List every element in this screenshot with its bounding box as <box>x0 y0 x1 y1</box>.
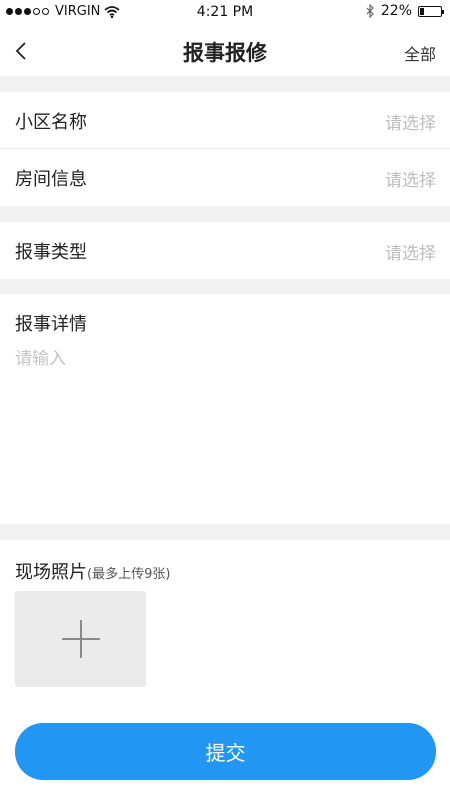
detail-input[interactable] <box>15 344 435 514</box>
status-right: 22% <box>366 3 444 19</box>
bluetooth-icon <box>366 4 374 18</box>
photos-label: 现场照片 <box>15 562 87 583</box>
type-select[interactable]: 请选择 <box>385 239 436 264</box>
all-button[interactable]: 全部 <box>404 41 436 65</box>
community-row[interactable]: 小区名称 请选择 <box>0 92 450 149</box>
battery-percent: 22% <box>380 3 412 19</box>
type-row[interactable]: 报事类型 请选择 <box>0 222 450 279</box>
type-label: 报事类型 <box>15 242 87 263</box>
add-photo-button[interactable] <box>15 591 146 687</box>
page-title: 报事报修 <box>183 41 267 65</box>
battery-icon <box>418 5 444 17</box>
status-bar: VIRGIN 4:21 PM 22% <box>0 0 450 26</box>
type-group: 报事类型 请选择 <box>0 222 450 279</box>
battery-level <box>420 7 424 15</box>
room-select[interactable]: 请选择 <box>385 166 436 191</box>
room-label: 房间信息 <box>15 169 87 190</box>
photos-title: 现场照片(最多上传9张) <box>15 558 170 584</box>
submit-button[interactable]: 提交 <box>15 723 436 780</box>
room-row[interactable]: 房间信息 请选择 <box>0 149 450 206</box>
detail-label: 报事详情 <box>15 314 87 335</box>
community-select[interactable]: 请选择 <box>385 109 436 134</box>
community-label: 小区名称 <box>15 112 87 133</box>
nav-bar: 报事报修 全部 <box>0 26 450 76</box>
detail-group: 报事详情 <box>0 294 450 524</box>
photos-hint: (最多上传9张) <box>87 567 171 582</box>
location-group: 小区名称 请选择 房间信息 请选择 <box>0 92 450 206</box>
